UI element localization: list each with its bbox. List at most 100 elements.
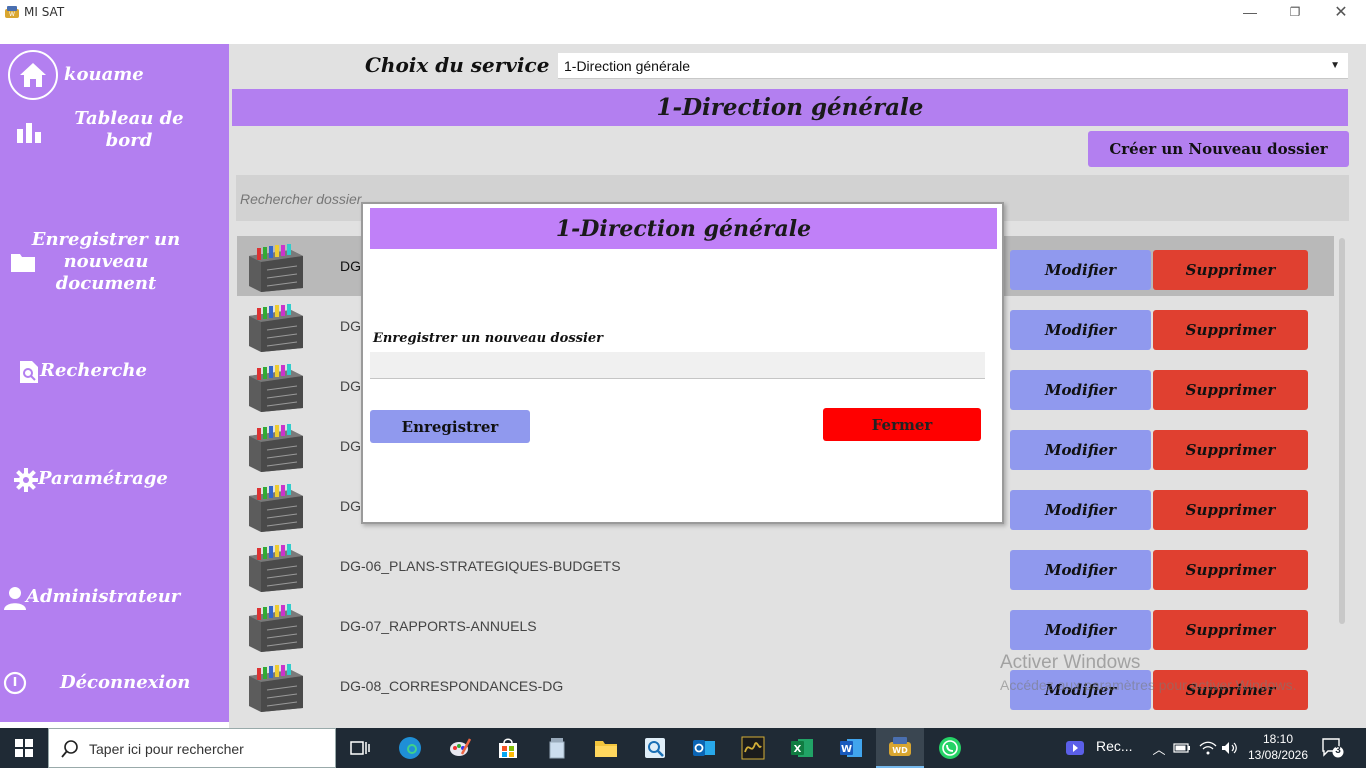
sidebar-item-logout[interactable]: Déconnexion xyxy=(0,670,229,700)
recorder-label[interactable]: Rec... xyxy=(1096,738,1133,754)
taskbar-clock[interactable]: 18:10 13/08/2026 xyxy=(1245,731,1311,763)
archive-box-icon xyxy=(245,422,307,472)
delete-button[interactable]: Supprimer xyxy=(1153,550,1308,590)
app-logo-icon: W xyxy=(4,4,20,20)
service-label: Choix du service xyxy=(365,53,550,77)
delete-button[interactable]: Supprimer xyxy=(1153,430,1308,470)
delete-button[interactable]: Supprimer xyxy=(1153,490,1308,530)
folder-name: DG xyxy=(340,498,361,514)
taskbar-app-excel[interactable]: X xyxy=(778,728,826,768)
taskbar-app-jar[interactable] xyxy=(533,728,581,768)
create-folder-button[interactable]: Créer un Nouveau dossier xyxy=(1088,131,1349,167)
start-button[interactable] xyxy=(0,728,48,768)
taskbar-app-word[interactable]: W xyxy=(827,728,875,768)
service-banner: 1-Direction générale xyxy=(232,89,1348,126)
service-select[interactable]: 1-Direction générale ▼ xyxy=(558,53,1348,79)
volume-icon[interactable] xyxy=(1220,728,1240,768)
archive-box-icon xyxy=(245,662,307,712)
close-dialog-button[interactable]: Fermer xyxy=(823,408,981,441)
modify-button[interactable]: Modifier xyxy=(1010,430,1151,470)
folder-name: DG-07_RAPPORTS-ANNUELS xyxy=(340,618,537,634)
taskbar-app-outlook[interactable] xyxy=(680,728,728,768)
sidebar-item-dashboard[interactable]: Tableau de bord xyxy=(0,108,229,158)
delete-button[interactable]: Supprimer xyxy=(1153,250,1308,290)
sidebar-item-search[interactable]: Recherche xyxy=(0,358,229,388)
edge-icon xyxy=(399,737,421,759)
delete-button[interactable]: Supprimer xyxy=(1153,610,1308,650)
modify-button[interactable]: Modifier xyxy=(1010,670,1151,710)
taskbar-app-windev[interactable]: WD xyxy=(876,728,924,768)
sidebar-item-new-document[interactable]: Enregistrer un nouveau document xyxy=(0,229,229,299)
delete-button[interactable]: Supprimer xyxy=(1153,370,1308,410)
taskbar-search-text: Taper ici pour rechercher xyxy=(89,741,244,757)
battery-icon[interactable] xyxy=(1172,728,1192,768)
taskbar-app-explorer[interactable] xyxy=(582,728,630,768)
sidebar-user-name: kouame xyxy=(64,64,144,85)
taskbar-search[interactable]: Taper ici pour rechercher xyxy=(48,728,336,768)
notification-center-button[interactable]: 3 xyxy=(1322,738,1344,763)
restore-button[interactable]: ❐ xyxy=(1272,0,1318,24)
tray-overflow-chevron-up-icon[interactable]: ︿ xyxy=(1150,728,1168,768)
archive-box-icon xyxy=(245,362,307,412)
magnifier-app-icon xyxy=(645,738,665,758)
delete-button[interactable]: Supprimer xyxy=(1153,310,1308,350)
archive-box-icon xyxy=(245,542,307,592)
modify-button[interactable]: Modifier xyxy=(1010,550,1151,590)
new-folder-label: Enregistrer un nouveau dossier xyxy=(373,331,604,346)
taskbar-app-whatsapp[interactable] xyxy=(926,728,974,768)
taskbar-app-sign[interactable] xyxy=(729,728,777,768)
delete-button[interactable]: Supprimer xyxy=(1153,670,1308,710)
file-explorer-icon xyxy=(595,741,617,757)
svg-text:W: W xyxy=(9,11,15,18)
sidebar-item-label: Administrateur xyxy=(26,586,181,607)
clock-time: 18:10 xyxy=(1262,732,1294,746)
folder-row[interactable]: DG-06_PLANS-STRATEGIQUES-BUDGETS Modifier… xyxy=(237,536,1334,596)
new-folder-name-input[interactable] xyxy=(370,352,985,379)
sidebar-item-label: Déconnexion xyxy=(60,672,191,693)
modify-button[interactable]: Modifier xyxy=(1010,490,1151,530)
windev-icon: WD xyxy=(889,737,911,756)
archive-box-icon xyxy=(245,482,307,532)
title-bar: W MI SAT — ❐ ✕ xyxy=(0,0,1366,24)
archive-box-icon xyxy=(245,302,307,352)
taskbar-app-paint[interactable] xyxy=(436,728,484,768)
archive-box-icon xyxy=(245,602,307,652)
modify-button[interactable]: Modifier xyxy=(1010,370,1151,410)
outlook-icon xyxy=(693,740,715,756)
sidebar-item-settings[interactable]: Paramétrage xyxy=(0,466,229,496)
folder-row[interactable]: DG-08_CORRESPONDANCES-DG Modifier Supprime… xyxy=(237,656,1334,716)
clock-date: 13/08/2026 xyxy=(1247,748,1309,762)
jar-icon xyxy=(549,738,565,759)
taskbar-app-store[interactable] xyxy=(484,728,532,768)
svg-text:W: W xyxy=(841,744,852,755)
folder-name: DG-08_CORRESPONDANCES-DG xyxy=(340,678,564,694)
save-button[interactable]: Enregistrer xyxy=(370,410,530,443)
folder-row[interactable]: DG-07_RAPPORTS-ANNUELS Modifier Supprimer xyxy=(237,596,1334,656)
sidebar-item-admin[interactable]: Administrateur xyxy=(0,584,229,614)
folder-name: DG xyxy=(340,258,361,274)
modify-button[interactable]: Modifier xyxy=(1010,250,1151,290)
bar-chart-icon xyxy=(17,123,41,143)
whatsapp-icon xyxy=(939,737,961,759)
notification-count: 3 xyxy=(1335,745,1341,756)
home-button[interactable] xyxy=(8,50,58,100)
excel-icon: X xyxy=(791,739,813,757)
modify-button[interactable]: Modifier xyxy=(1010,310,1151,350)
signature-app-icon xyxy=(741,736,765,760)
taskbar: Taper ici pour rechercher X W WD Rec... … xyxy=(0,728,1366,768)
recorder-icon xyxy=(1066,741,1084,755)
folder-name: DG xyxy=(340,438,361,454)
modify-button[interactable]: Modifier xyxy=(1010,610,1151,650)
sidebar-item-label: Paramétrage xyxy=(38,468,168,489)
task-view-button[interactable] xyxy=(336,728,384,768)
wifi-icon[interactable] xyxy=(1198,728,1218,768)
power-icon xyxy=(3,671,27,695)
search-icon xyxy=(61,740,78,758)
sidebar-item-label: Tableau de bord xyxy=(74,108,184,151)
minimize-button[interactable]: — xyxy=(1227,0,1273,24)
list-scrollbar[interactable] xyxy=(1339,238,1345,624)
dialog-title: 1-Direction générale xyxy=(370,208,997,249)
taskbar-app-edge[interactable] xyxy=(386,728,434,768)
taskbar-app-viewer[interactable] xyxy=(631,728,679,768)
close-window-button[interactable]: ✕ xyxy=(1318,0,1364,24)
